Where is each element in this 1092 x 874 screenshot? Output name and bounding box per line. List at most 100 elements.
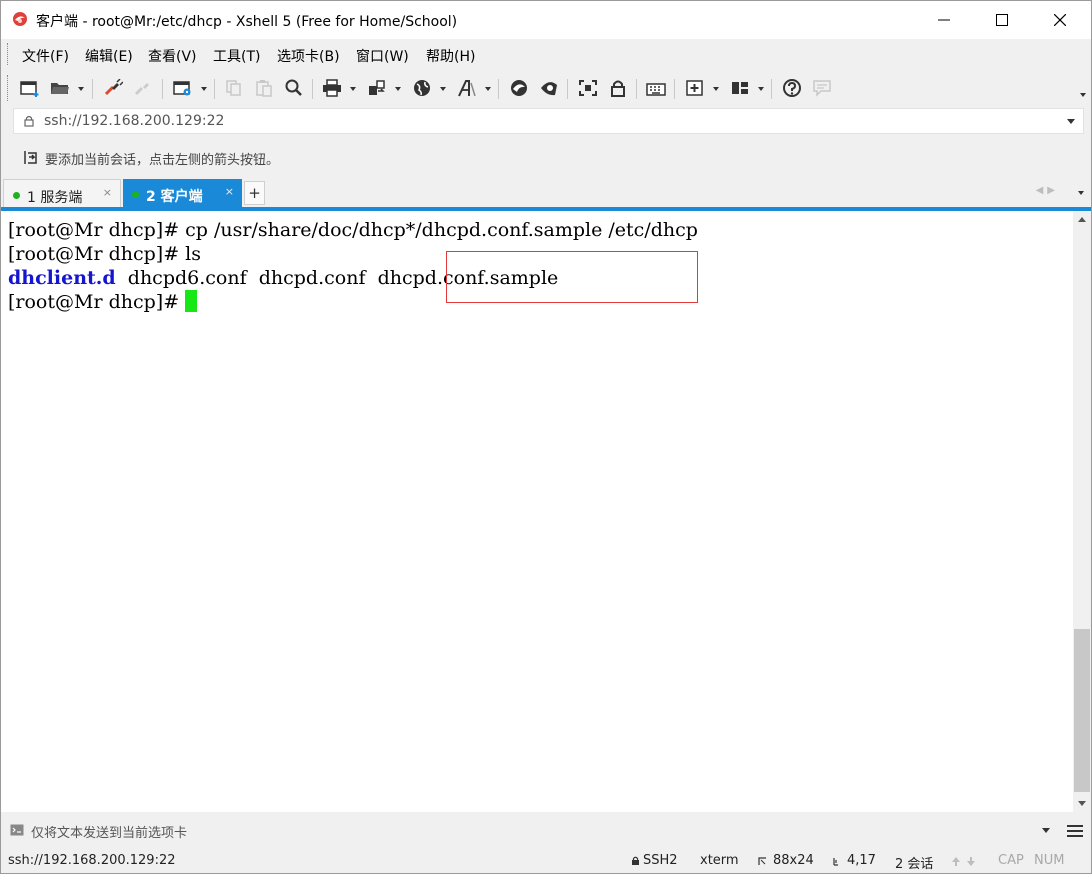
status-caps-lock: CAP <box>998 853 1024 868</box>
compose-input[interactable]: 仅将文本发送到当前选项卡 <box>31 822 187 841</box>
menu-bar: 文件(F) 编辑(E) 查看(V) 工具(T) 选项卡(B) 窗口(W) 帮助(… <box>1 39 1091 69</box>
open-button[interactable] <box>49 78 71 98</box>
globe-icon <box>414 80 430 96</box>
toolbar-overflow-arrow[interactable] <box>1080 93 1086 97</box>
xftp-button[interactable] <box>508 78 530 98</box>
address-bar[interactable]: ssh://192.168.200.129:22 <box>13 108 1084 134</box>
menu-view[interactable]: 查看(V) <box>148 46 197 66</box>
terminal-line: [root@Mr dhcp]# cp /usr/share/doc/dhcp*/… <box>8 219 698 241</box>
lock-button[interactable] <box>607 78 629 98</box>
font-dropdown-arrow[interactable] <box>485 87 491 91</box>
terminal-line: [root@Mr dhcp]# ls <box>8 243 201 265</box>
connect-icon <box>104 79 123 96</box>
tab-status-dot <box>13 192 20 199</box>
toolbar-separator <box>162 79 163 99</box>
session-nav-arrows-icon[interactable] <box>951 856 981 867</box>
minimize-icon <box>938 19 950 21</box>
lock-icon <box>632 856 639 865</box>
font-icon <box>458 80 476 97</box>
transfer-button[interactable] <box>366 78 388 98</box>
resize-icon <box>758 857 766 865</box>
fullscreen-button[interactable] <box>577 78 599 98</box>
font-button[interactable] <box>456 78 478 98</box>
add-tab-button[interactable]: + <box>244 181 265 205</box>
address-input[interactable]: ssh://192.168.200.129:22 <box>44 113 224 129</box>
help-button[interactable] <box>781 78 803 98</box>
print-button[interactable] <box>321 78 343 98</box>
new-tab-dropdown-arrow[interactable] <box>713 87 719 91</box>
scrollbar-thumb[interactable] <box>1074 629 1090 792</box>
title-bar[interactable]: 客户端 - root@Mr:/etc/dhcp - Xshell 5 (Free… <box>1 1 1091 39</box>
terminal-area[interactable]: [root@Mr dhcp]# cp /usr/share/doc/dhcp*/… <box>1 211 1073 812</box>
window-title: 客户端 - root@Mr:/etc/dhcp - Xshell 5 (Free… <box>36 14 458 30</box>
tab-label: 1 服务端 <box>27 190 83 206</box>
address-dropdown-arrow[interactable] <box>1067 119 1075 124</box>
properties-button[interactable] <box>172 78 194 98</box>
scroll-down-arrow[interactable] <box>1078 801 1086 806</box>
toolbar <box>1 69 1091 107</box>
toolbar-grip[interactable] <box>7 75 11 101</box>
scroll-up-arrow[interactable] <box>1078 217 1086 222</box>
tab-status-dot <box>132 191 139 198</box>
menu-tabs[interactable]: 选项卡(B) <box>277 46 340 66</box>
toolbar-separator <box>92 79 93 99</box>
keyboard-button[interactable] <box>645 78 667 98</box>
layout-button[interactable] <box>729 78 751 98</box>
compose-bar[interactable]: 仅将文本发送到当前选项卡 <box>1 814 1091 846</box>
tab-list-dropdown-arrow[interactable] <box>1078 191 1084 195</box>
xshell-window: 客户端 - root@Mr:/etc/dhcp - Xshell 5 (Free… <box>0 0 1092 874</box>
globe-button[interactable] <box>411 78 433 98</box>
find-button[interactable] <box>283 78 305 98</box>
tab-close-button[interactable]: × <box>103 186 112 199</box>
compose-dropdown-arrow[interactable] <box>1042 828 1050 833</box>
status-terminal-size: 88x24 <box>773 853 814 868</box>
globe-dropdown-arrow[interactable] <box>440 87 446 91</box>
menu-window[interactable]: 窗口(W) <box>356 46 409 66</box>
new-session-icon <box>20 81 39 97</box>
menu-file[interactable]: 文件(F) <box>22 46 69 66</box>
tab-server[interactable]: 1 服务端 × <box>3 179 121 209</box>
layout-dropdown-arrow[interactable] <box>758 87 764 91</box>
info-text: 要添加当前会话，点击左侧的箭头按钮。 <box>45 153 280 168</box>
new-tab-button[interactable] <box>684 78 706 98</box>
directory-entry: dhclient.d <box>8 267 116 289</box>
chat-icon <box>813 80 831 97</box>
new-session-button[interactable] <box>19 78 41 98</box>
transfer-dropdown-arrow[interactable] <box>395 87 401 91</box>
maximize-icon <box>996 14 1008 26</box>
tab-client[interactable]: 2 客户端 × <box>123 179 242 209</box>
menu-help[interactable]: 帮助(H) <box>426 46 475 66</box>
vertical-scrollbar[interactable] <box>1073 211 1091 812</box>
lock-icon <box>611 80 625 97</box>
tab-close-button[interactable]: × <box>225 185 234 198</box>
menu-tools[interactable]: 工具(T) <box>213 46 260 66</box>
menu-edit[interactable]: 编辑(E) <box>85 46 133 66</box>
print-dropdown-arrow[interactable] <box>350 87 356 91</box>
maximize-button[interactable] <box>973 1 1031 39</box>
paste-icon <box>256 80 272 97</box>
connect-button[interactable] <box>102 78 124 98</box>
xagent-button[interactable] <box>538 78 560 98</box>
add-session-arrow-icon[interactable] <box>23 149 39 165</box>
paste-button[interactable] <box>253 78 275 98</box>
disconnect-icon <box>134 83 149 96</box>
tab-label: 2 客户端 <box>146 189 203 205</box>
close-button[interactable] <box>1031 1 1089 39</box>
copy-button[interactable] <box>223 78 245 98</box>
xshell-logo-icon <box>13 12 27 26</box>
highlight-annotation-box <box>446 251 698 303</box>
hamburger-menu-icon[interactable] <box>1067 824 1083 838</box>
toolbar-separator <box>636 79 637 99</box>
properties-dropdown-arrow[interactable] <box>201 87 207 91</box>
chat-button[interactable] <box>811 78 833 98</box>
minimize-button[interactable] <box>915 1 973 39</box>
disconnect-button[interactable] <box>132 78 154 98</box>
xftp-icon <box>511 80 527 96</box>
info-bar: 要添加当前会话，点击左侧的箭头按钮。 <box>1 140 1091 174</box>
open-dropdown-arrow[interactable] <box>78 87 84 91</box>
tab-scroll-arrows[interactable]: ◀▶ <box>1036 185 1059 196</box>
toolbar-separator <box>214 79 215 99</box>
status-session-count: 2 会话 <box>895 857 934 872</box>
toolbar-separator <box>771 79 772 99</box>
menu-grip[interactable] <box>7 43 11 65</box>
